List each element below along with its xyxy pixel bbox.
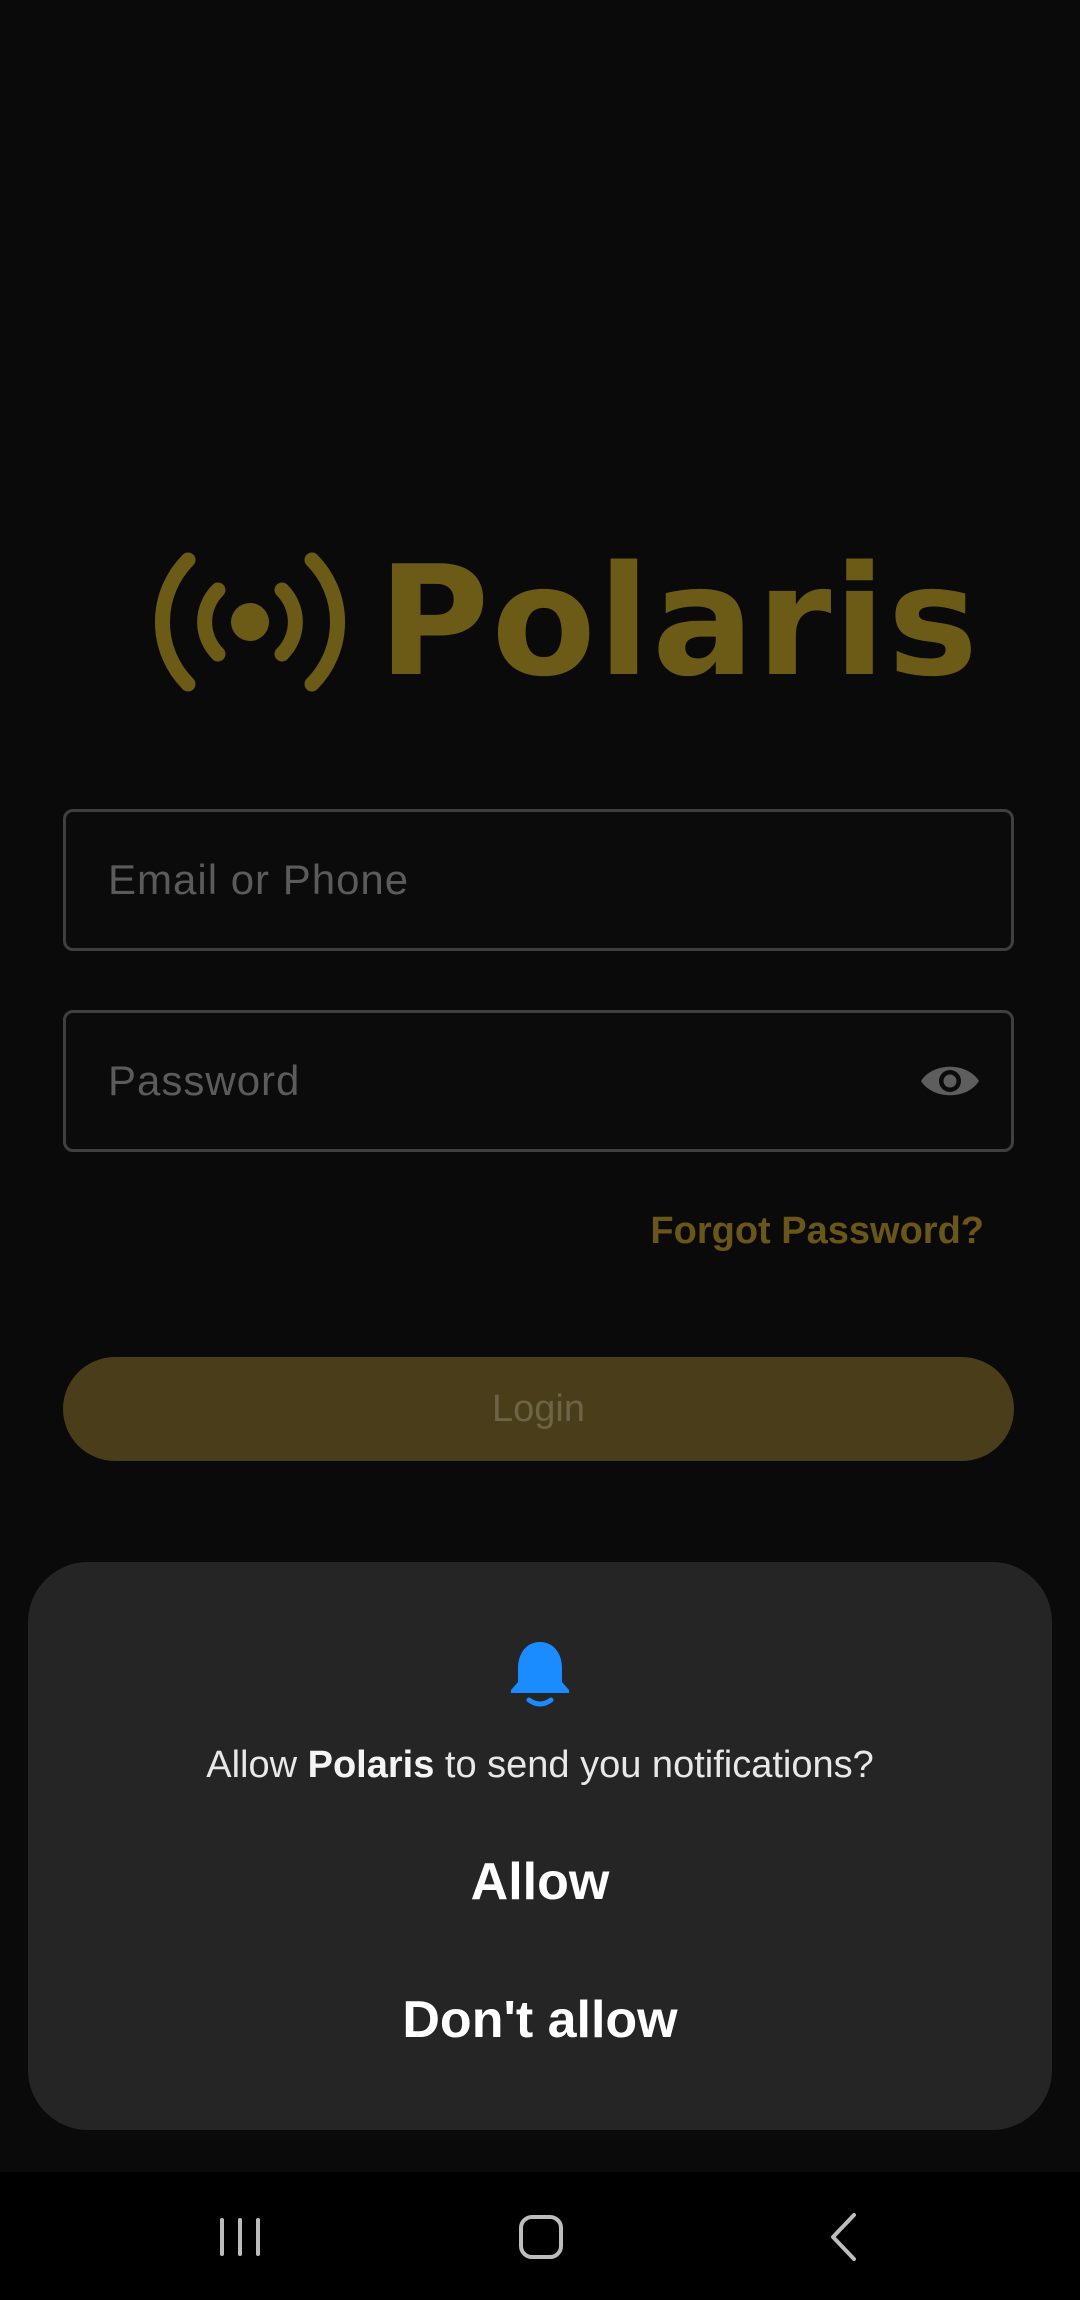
- password-placeholder: Password: [108, 1057, 301, 1104]
- dialog-message: Allow Polaris to send you notifications?: [206, 1744, 874, 1786]
- notification-permission-dialog: Allow Polaris to send you notifications?…: [28, 1562, 1052, 2130]
- email-field[interactable]: Email or Phone: [63, 809, 1014, 951]
- recent-apps-icon[interactable]: [205, 2202, 275, 2272]
- forgot-password-link[interactable]: Forgot Password?: [650, 1210, 984, 1253]
- polaris-logo: Polaris: [150, 534, 978, 710]
- home-icon[interactable]: [506, 2202, 576, 2272]
- back-icon[interactable]: [810, 2202, 880, 2272]
- eye-icon[interactable]: [919, 1060, 981, 1102]
- login-button[interactable]: Login: [63, 1357, 1014, 1461]
- password-field[interactable]: Password: [63, 1010, 1014, 1152]
- dont-allow-button[interactable]: Don't allow: [28, 1990, 1052, 2050]
- logo-text: Polaris: [378, 533, 981, 710]
- system-navigation-bar: [0, 2172, 1080, 2300]
- email-placeholder: Email or Phone: [108, 856, 410, 903]
- bell-icon: [511, 1642, 569, 1707]
- broadcast-icon: [154, 552, 346, 692]
- allow-button[interactable]: Allow: [28, 1852, 1052, 1912]
